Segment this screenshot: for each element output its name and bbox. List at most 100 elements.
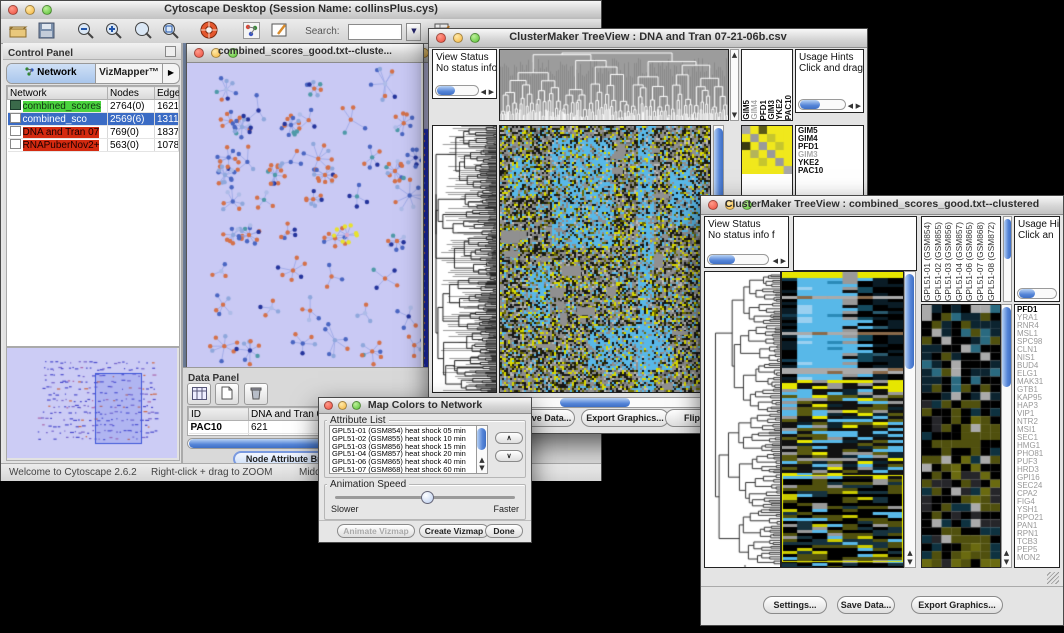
- slider-faster-label: Faster: [493, 504, 519, 514]
- tv1-usage-label: Usage Hints: [796, 50, 863, 63]
- network-table-row[interactable]: DNA and Tran 07769(0)183728(0): [8, 126, 179, 139]
- network-view-window[interactable]: combined_scores_good.txt--cluste...: [186, 43, 424, 367]
- network-table-header: Nodes: [108, 87, 155, 100]
- network-edges: 13112(15): [155, 113, 179, 126]
- help-lifering-icon[interactable]: [200, 21, 219, 44]
- document-icon: [10, 126, 21, 136]
- animation-speed-slider[interactable]: [335, 496, 515, 499]
- tv2-zoom-column-labels: GPL51-01 (GSM854)GPL51-02 (GSM855)GPL51-…: [921, 216, 1001, 302]
- tv1-view-status-label: View Status: [433, 50, 496, 63]
- network-name: DNA and Tran 07: [23, 127, 100, 138]
- tv1-gene-label[interactable]: PAC10: [798, 167, 863, 175]
- row-id: PFD1: [189, 434, 249, 437]
- tv2-usage-hscrollbar[interactable]: [1017, 288, 1057, 299]
- main-titlebar[interactable]: Cytoscape Desktop (Session Name: collins…: [1, 1, 601, 20]
- tv2-view-status-label: View Status: [705, 217, 788, 230]
- tab-network[interactable]: Network: [7, 64, 96, 83]
- network-edges: 107847(0): [155, 139, 179, 152]
- tv1-column-label: GIM4: [750, 100, 758, 120]
- search-input[interactable]: [348, 24, 402, 40]
- dialog-button-done[interactable]: Done: [485, 524, 523, 538]
- tv1-column-dendrogram[interactable]: [499, 49, 729, 121]
- tv2-gene-dendrogram[interactable]: [704, 271, 781, 568]
- attribute-list[interactable]: GPL51-01 (GSM854) heat shock 05 minGPL51…: [329, 425, 477, 474]
- tv1-view-status-panel: View Status No status info f ◀ ▶: [432, 49, 497, 99]
- network-table-row[interactable]: combined_sco2569(6)13112(15): [8, 113, 179, 126]
- zoom-selected-icon[interactable]: [133, 21, 153, 44]
- tv1-usage-hscrollbar[interactable]: [798, 99, 846, 110]
- create-attribute-icon[interactable]: [215, 383, 239, 405]
- tab-overflow-arrow[interactable]: ▶: [162, 64, 179, 83]
- network-nodes: 2764(0): [108, 100, 155, 113]
- tv2-column-label: GPL51-01 (GSM854): [922, 222, 933, 301]
- network-graph-canvas[interactable]: [187, 63, 421, 367]
- tv2-heatmap-vscrollbar[interactable]: ▲▼: [904, 271, 916, 568]
- control-panel: Control Panel Network VizMapper™ ▶ Netwo…: [3, 43, 183, 463]
- tv2-zoom-vscrollbar[interactable]: ▲▼: [1001, 304, 1012, 568]
- tv2-column-label: GPL51-08 (GSM872): [986, 222, 997, 301]
- control-panel-title: Control Panel: [3, 48, 73, 59]
- network-list-table: NetworkNodesEdgescombined_scores2764(0)1…: [7, 86, 179, 152]
- select-attributes-icon[interactable]: [187, 383, 211, 405]
- network-nodes: 563(0): [108, 139, 155, 152]
- network-nodes: 769(0): [108, 126, 155, 139]
- tv1-column-label: YKE2: [775, 99, 783, 120]
- open-file-icon[interactable]: [9, 22, 28, 44]
- document-icon: [10, 113, 21, 123]
- status-zoom-hint: Right-click + drag to ZOOM: [151, 467, 272, 478]
- zoom-out-icon[interactable]: [76, 21, 96, 44]
- tv1-button-1[interactable]: Export Graphics...: [581, 409, 669, 427]
- tv2-column-dendrogram[interactable]: [793, 216, 917, 271]
- tv2-titlebar[interactable]: ClusterMaker TreeView : combined_scores_…: [701, 196, 1063, 215]
- tv2-button-1[interactable]: Save Data...: [837, 596, 895, 614]
- tv2-button-2[interactable]: Export Graphics...: [911, 596, 1003, 614]
- attribute-list-vscrollbar[interactable]: ▲▼: [476, 425, 488, 474]
- delete-attribute-icon[interactable]: [244, 383, 268, 405]
- network-overview-minimap[interactable]: [7, 348, 177, 458]
- tv1-gene-dendrogram[interactable]: [432, 125, 497, 393]
- tv2-zoom-heatmap[interactable]: [921, 304, 1001, 568]
- network-table-row[interactable]: RNAPuberNov2+563(0)107847(0): [8, 139, 179, 152]
- tv2-resize-grip[interactable]: [1047, 572, 1059, 584]
- tv2-usage-label: Usage Hi: [1015, 217, 1059, 230]
- slider-slower-label: Slower: [331, 504, 359, 514]
- tv1-heatmap-hscrollbar[interactable]: [499, 397, 723, 408]
- tv1-usage-text: Click and drag to: [796, 63, 863, 74]
- dialog-titlebar[interactable]: Map Colors to Network: [319, 398, 531, 414]
- zoom-in-icon[interactable]: [104, 21, 124, 44]
- tv1-zoom-column-labels: GIM5GIM4PFD1GIM3YKE2PAC10: [741, 49, 793, 121]
- tv1-atr-scrollbar[interactable]: ▲▼: [730, 49, 739, 121]
- dialog-button-animate-vizmap[interactable]: Animate Vizmap: [337, 524, 415, 538]
- tv1-global-heatmap[interactable]: [499, 125, 711, 393]
- tv2-gene-labels-panel: PFD1YRA1RNR4MSL1SPC98CLN1NIS1BUD4ELG1MAK…: [1014, 304, 1060, 568]
- network-overview-panel[interactable]: [6, 347, 180, 461]
- tv2-status-hscrollbar[interactable]: [707, 254, 769, 265]
- tv2-column-label: GPL51-03 (GSM856): [943, 222, 954, 301]
- tv1-titlebar[interactable]: ClusterMaker TreeView : DNA and Tran 07-…: [429, 29, 867, 48]
- annotation-icon[interactable]: [271, 22, 289, 44]
- attribute-list-item[interactable]: GPL51-07 (GSM868) heat shock 60 min: [332, 466, 476, 474]
- tv2-usage-hints-panel: Usage Hi Click an: [1014, 216, 1060, 302]
- slider-thumb[interactable]: [421, 491, 434, 504]
- tv1-status-hscrollbar[interactable]: [435, 85, 479, 96]
- tv2-labels-vscrollbar[interactable]: [1003, 216, 1012, 302]
- tv2-global-heatmap[interactable]: [781, 271, 904, 568]
- tv1-title: ClusterMaker TreeView : DNA and Tran 07-…: [429, 31, 867, 43]
- dialog-button-create-vizmap[interactable]: Create Vizmap: [419, 524, 489, 538]
- document-icon: [10, 139, 21, 149]
- map-colors-dialog: Map Colors to Network Attribute List GPL…: [318, 397, 532, 543]
- float-panel-icon[interactable]: [165, 46, 176, 57]
- network-editor-icon[interactable]: [243, 22, 260, 44]
- animation-speed-label: Animation Speed: [327, 479, 409, 490]
- move-down-button[interactable]: ∨: [495, 450, 523, 462]
- tv2-gene-label[interactable]: MON2: [1017, 554, 1059, 562]
- tv1-usage-hints-panel: Usage Hints Click and drag to ◀ ▶: [795, 49, 864, 113]
- save-icon[interactable]: [38, 22, 55, 44]
- treeview2-window: ClusterMaker TreeView : combined_scores_…: [700, 195, 1064, 626]
- tab-vizmapper[interactable]: VizMapper™: [96, 64, 162, 83]
- zoom-fit-icon[interactable]: [161, 21, 181, 44]
- search-dropdown-arrow[interactable]: ▼: [406, 23, 421, 41]
- network-table-row[interactable]: combined_scores2764(0)16218(0): [8, 100, 179, 113]
- move-up-button[interactable]: ∧: [495, 432, 523, 444]
- tv2-button-0[interactable]: Settings...: [763, 596, 827, 614]
